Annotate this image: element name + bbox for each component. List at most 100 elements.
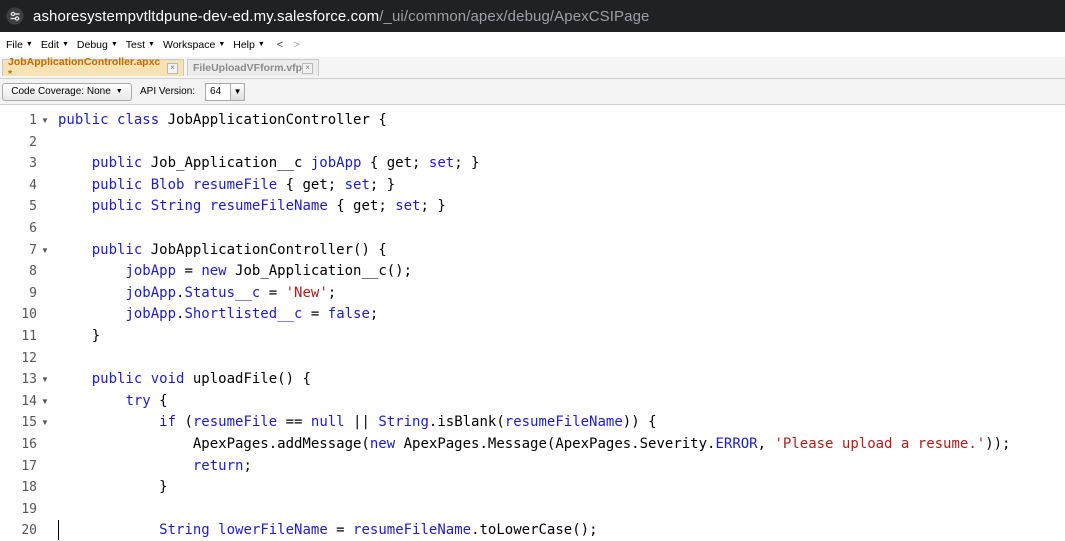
fold-arrow-icon[interactable]: ▼: [41, 369, 51, 391]
code-text: String lowerFileName = resumeFileName.to…: [159, 522, 598, 539]
menu-test-label: Test: [125, 38, 146, 51]
code-line[interactable]: 16 ApexPages.addMessage(new ApexPages.Me…: [0, 434, 1065, 456]
code-text: public Blob resumeFile { get; set; }: [91, 176, 396, 193]
code-line[interactable]: 2: [0, 132, 1065, 154]
line-number: 4: [29, 177, 37, 193]
code-line[interactable]: 10 jobApp.Shortlisted__c = false;: [0, 304, 1065, 326]
code-line[interactable]: 19: [0, 499, 1065, 521]
back-button[interactable]: <: [277, 39, 283, 51]
code-text: if (resumeFile == null || String.isBlank…: [159, 414, 657, 431]
menu-edit[interactable]: Edit ▼: [41, 39, 69, 51]
code-line[interactable]: 1 ▼ public class JobApplicationController …: [0, 110, 1065, 132]
code-editor[interactable]: 1 ▼ public class JobApplicationController …: [0, 105, 1065, 541]
line-number: 16: [21, 437, 37, 452]
editor-toolbar: Code Coverage: None ▼ API Version: 64 ▼: [0, 79, 1065, 105]
tab-label: FileUploadVFform.vfp: [193, 62, 303, 74]
menu-help-label: Help: [233, 38, 255, 51]
fold-arrow-icon[interactable]: ▼: [41, 240, 51, 262]
code-line[interactable]: 11 }: [0, 326, 1065, 348]
line-number: 10: [21, 307, 37, 323]
line-number: 13: [21, 372, 37, 388]
code-line[interactable]: 20 String lowerFileName = resumeFileName…: [0, 520, 1065, 541]
api-version-label: API Version:: [140, 86, 196, 97]
menu-workspace-label: Workspace: [162, 38, 216, 51]
close-icon[interactable]: ×: [167, 62, 178, 74]
menu-debug-label: Debug: [76, 38, 108, 51]
menu-test[interactable]: Test ▼: [126, 39, 155, 51]
caret-down-icon: ▼: [148, 41, 155, 48]
url-text[interactable]: ashoresystempvtltdpune-dev-ed.my.salesfo…: [33, 8, 650, 25]
tune-icon[interactable]: [4, 5, 26, 27]
code-line[interactable]: 14 ▼ try {: [0, 391, 1065, 413]
code-text: try {: [125, 392, 168, 409]
line-number: 1: [29, 113, 37, 128]
editor-tab-bar: JobApplicationController.apxc * × FileUp…: [0, 56, 1065, 80]
code-line[interactable]: 17 return;: [0, 456, 1065, 478]
code-text: public class JobApplicationController {: [58, 112, 387, 128]
code-line[interactable]: 7 ▼ public JobApplicationController() {: [0, 240, 1065, 262]
code-text: }: [58, 479, 168, 496]
caret-down-icon: ▼: [218, 41, 226, 48]
code-line[interactable]: 15 ▼ if (resumeFile == null || String.isB…: [0, 412, 1065, 434]
caret-down-icon: ▼: [61, 41, 69, 48]
code-text: ApexPages.addMessage(new ApexPages.Messa…: [58, 436, 1011, 452]
line-number: 15: [21, 415, 37, 431]
close-icon[interactable]: ×: [302, 62, 313, 74]
line-number: 8: [29, 264, 37, 280]
code-text: public Job_Application__c jobApp { get; …: [91, 155, 480, 172]
fold-arrow-icon[interactable]: ▼: [41, 391, 51, 413]
caret-down-icon: ▼: [25, 41, 33, 48]
url-host: ashoresystempvtltdpune-dev-ed.my.salesfo…: [33, 7, 380, 25]
line-number: 12: [21, 350, 37, 366]
fold-arrow-icon[interactable]: ▼: [41, 110, 51, 132]
line-number: 9: [29, 285, 37, 301]
code-line[interactable]: 13 ▼ public void uploadFile() {: [0, 369, 1065, 391]
code-line[interactable]: 3 public Job_Application__c jobApp { get…: [0, 153, 1065, 175]
menu-bar: File ▼ Edit ▼ Debug ▼ Test ▼ Workspace ▼ Help…: [0, 32, 1065, 58]
code-coverage-label: Code Coverage: None: [11, 86, 111, 97]
tab-label: JobApplicationController.apxc *: [8, 56, 161, 80]
code-line[interactable]: 18 }: [0, 477, 1065, 499]
code-text: jobApp.Status__c = 'New';: [125, 284, 337, 301]
menu-help[interactable]: Help ▼: [233, 39, 265, 51]
line-number: 17: [21, 458, 37, 474]
line-number: 18: [21, 480, 37, 496]
browser-address-bar[interactable]: ashoresystempvtltdpune-dev-ed.my.salesfo…: [0, 0, 1065, 32]
menu-file-label: File: [6, 38, 23, 51]
text-cursor: [58, 520, 59, 541]
line-number: 6: [29, 221, 37, 236]
code-line[interactable]: 12: [0, 348, 1065, 370]
menu-edit-label: Edit: [40, 38, 59, 51]
code-line[interactable]: 5 public String resumeFileName { get; se…: [0, 196, 1065, 218]
code-text: public JobApplicationController() {: [91, 241, 387, 258]
code-line[interactable]: 8 jobApp = new Job_Application__c();: [0, 261, 1065, 283]
forward-button[interactable]: >: [293, 39, 299, 51]
code-text: return;: [192, 457, 252, 474]
menu-debug[interactable]: Debug ▼: [77, 39, 118, 51]
line-number: 3: [29, 156, 37, 172]
code-text: public void uploadFile() {: [91, 371, 311, 388]
caret-down-icon: ▼: [115, 88, 123, 95]
menu-file[interactable]: File ▼: [6, 39, 33, 51]
tab-file-upload-vfform[interactable]: FileUploadVFform.vfp ×: [187, 59, 319, 76]
line-number: 11: [21, 329, 37, 344]
code-coverage-dropdown[interactable]: Code Coverage: None ▼: [2, 82, 132, 101]
menu-workspace[interactable]: Workspace ▼: [163, 39, 225, 51]
line-number: 19: [21, 501, 37, 517]
fold-arrow-icon[interactable]: ▼: [41, 412, 51, 434]
tab-job-application-controller[interactable]: JobApplicationController.apxc * ×: [2, 56, 184, 80]
line-number: 2: [29, 134, 37, 150]
line-number: 20: [21, 523, 37, 539]
code-line[interactable]: 6: [0, 218, 1065, 240]
caret-down-icon: ▼: [110, 41, 118, 48]
line-number: 14: [21, 393, 37, 409]
chevron-down-icon[interactable]: ▼: [230, 83, 245, 100]
code-text: }: [58, 328, 101, 344]
api-version-select[interactable]: 64 ▼: [205, 82, 246, 101]
code-line[interactable]: 9 jobApp.Status__c = 'New';: [0, 283, 1065, 305]
code-text: jobApp = new Job_Application__c();: [125, 263, 413, 280]
api-version-value: 64: [210, 86, 222, 97]
url-path: /_ui/common/apex/debug/ApexCSIPage: [379, 7, 650, 25]
code-text: public String resumeFileName { get; set;…: [91, 198, 446, 215]
code-line[interactable]: 4 public Blob resumeFile { get; set; }: [0, 175, 1065, 197]
